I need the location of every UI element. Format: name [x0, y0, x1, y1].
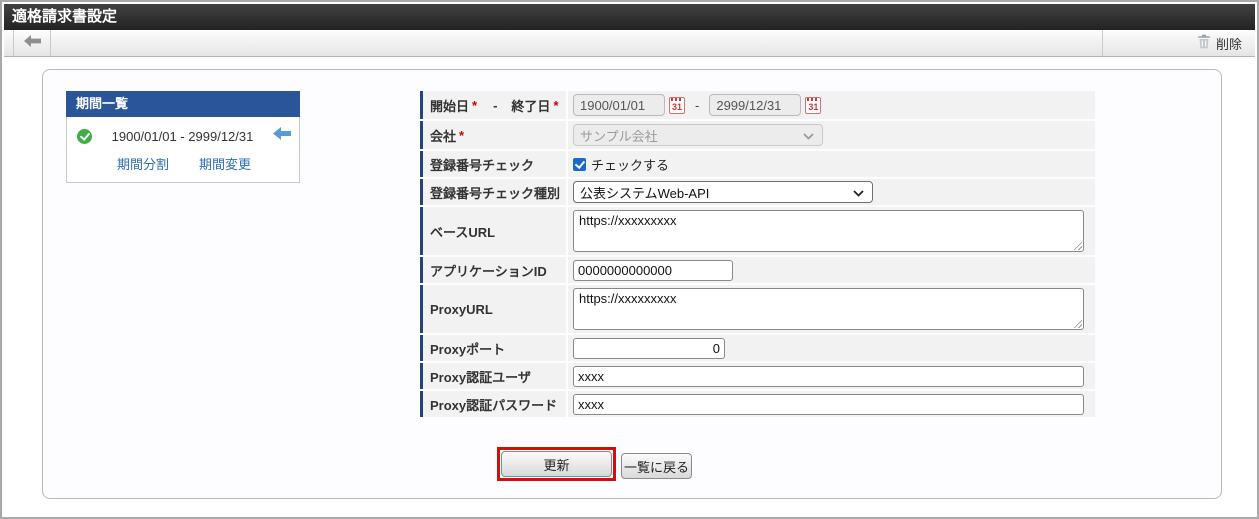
- date-label-separator: -: [493, 97, 498, 113]
- period-start: 1900/01/01: [111, 128, 177, 144]
- proxy-user-field: [568, 363, 1095, 389]
- reg-check-type-label: 登録番号チェック種別: [420, 179, 566, 205]
- form-row-proxy-port: Proxyポート: [420, 335, 1095, 361]
- toolbar-right-group: 削除: [1102, 30, 1255, 56]
- required-mark: *: [553, 97, 559, 113]
- calendar-day-text: 31: [671, 101, 682, 112]
- required-mark: *: [472, 97, 478, 113]
- reg-check-checkbox-label[interactable]: チェックする: [591, 155, 669, 174]
- content-container: 期間一覧 1900/01/01 - 2999/12/31 期間分割 期間変更 開…: [42, 69, 1222, 499]
- proxy-url-textarea[interactable]: https://xxxxxxxxx: [573, 288, 1084, 330]
- app-id-field: [568, 257, 1095, 283]
- company-select: サンプル会社: [573, 124, 823, 146]
- chevron-down-icon: [853, 185, 864, 200]
- period-split-link[interactable]: 期間分割: [117, 154, 169, 173]
- base-url-field: https://xxxxxxxxx: [568, 207, 1095, 255]
- end-date-calendar-icon[interactable]: 31: [805, 96, 822, 114]
- date-range-separator: -: [695, 97, 700, 113]
- update-button-highlight: 更新: [497, 447, 616, 481]
- form-row-proxy-url: ProxyURL https://xxxxxxxxx: [420, 285, 1095, 333]
- page: 適格請求書設定 削除 期間一覧 1900/01/01 - 2999/12/31 …: [0, 0, 1259, 519]
- base-url-label: ベースURL: [420, 207, 566, 255]
- back-button[interactable]: [13, 30, 51, 56]
- select-period-arrow-icon[interactable]: [273, 127, 291, 145]
- reg-check-type-select-value: 公表システムWeb-API: [580, 185, 710, 201]
- end-date-label: 終了日: [511, 98, 551, 114]
- form-row-proxy-user: Proxy認証ユーザ: [420, 363, 1095, 389]
- company-field: サンプル会社: [568, 121, 1095, 149]
- form-row-dates: 開始日 * - 終了日 * 1900/01/01 31 - 2999/12/31 31: [420, 91, 1095, 119]
- form-row-proxy-password: Proxy認証パスワード: [420, 391, 1095, 417]
- start-date-label: 開始日: [430, 98, 470, 114]
- proxy-url-field: https://xxxxxxxxx: [568, 285, 1095, 333]
- proxy-url-label: ProxyURL: [420, 285, 566, 333]
- proxy-port-input[interactable]: [573, 337, 725, 359]
- company-label-text: 会社: [430, 128, 457, 144]
- app-id-label: アプリケーションID: [420, 257, 566, 283]
- period-list-item: 1900/01/01 - 2999/12/31: [77, 127, 291, 145]
- form-row-company: 会社 * サンプル会社: [420, 121, 1095, 149]
- base-url-textarea[interactable]: https://xxxxxxxxx: [573, 210, 1084, 252]
- reg-check-field: チェックする: [568, 151, 1095, 177]
- period-end: 2999/12/31: [188, 128, 254, 144]
- proxy-user-input[interactable]: [573, 365, 1084, 387]
- dates-field: 1900/01/01 31 - 2999/12/31 31: [568, 91, 1095, 119]
- trash-icon: [1197, 34, 1211, 52]
- reg-check-checkbox[interactable]: [573, 157, 586, 171]
- start-date-calendar-icon[interactable]: 31: [669, 96, 685, 114]
- form-row-reg-check: 登録番号チェック チェックする: [420, 151, 1095, 177]
- required-mark: *: [459, 127, 465, 143]
- invoice-settings-form: 開始日 * - 終了日 * 1900/01/01 31 - 2999/12/31 31 …: [420, 91, 1095, 419]
- form-row-base-url: ベースURL https://xxxxxxxxx: [420, 207, 1095, 255]
- period-list-title: 期間一覧: [66, 91, 300, 117]
- form-row-reg-check-type: 登録番号チェック種別 公表システムWeb-API: [420, 179, 1095, 205]
- app-id-input[interactable]: [573, 259, 733, 281]
- period-range: 1900/01/01 - 2999/12/31: [92, 129, 273, 144]
- start-date-input: 1900/01/01: [573, 94, 665, 116]
- reg-check-label: 登録番号チェック: [420, 151, 566, 177]
- form-row-app-id: アプリケーションID: [420, 257, 1095, 283]
- delete-button-label: 削除: [1215, 36, 1242, 52]
- toolbar: 削除: [4, 30, 1255, 57]
- chevron-down-icon: [803, 128, 814, 143]
- proxy-password-label: Proxy認証パスワード: [420, 391, 566, 417]
- page-title: 適格請求書設定: [4, 4, 1255, 30]
- proxy-password-input[interactable]: [573, 393, 1084, 415]
- back-arrow-icon: [23, 34, 41, 52]
- period-list-panel: 期間一覧 1900/01/01 - 2999/12/31 期間分割 期間変更: [66, 91, 300, 183]
- end-date-input: 2999/12/31: [709, 94, 802, 116]
- reg-check-type-select[interactable]: 公表システムWeb-API: [573, 181, 873, 203]
- proxy-user-label: Proxy認証ユーザ: [420, 363, 566, 389]
- proxy-port-field: [568, 335, 1095, 361]
- period-change-link[interactable]: 期間変更: [199, 154, 251, 173]
- update-button[interactable]: 更新: [501, 451, 612, 477]
- period-list-body: 1900/01/01 - 2999/12/31 期間分割 期間変更: [66, 117, 300, 183]
- check-circle-icon: [77, 128, 92, 144]
- calendar-day-text: 31: [808, 101, 819, 112]
- proxy-password-field: [568, 391, 1095, 417]
- company-select-value: サンプル会社: [580, 128, 658, 144]
- delete-button[interactable]: 削除: [1197, 34, 1242, 53]
- proxy-port-label: Proxyポート: [420, 335, 566, 361]
- company-label: 会社 *: [420, 121, 566, 149]
- period-separator: -: [180, 128, 185, 144]
- period-links: 期間分割 期間変更: [77, 154, 291, 173]
- reg-check-type-field: 公表システムWeb-API: [568, 179, 1095, 205]
- back-to-list-button[interactable]: 一覧に戻る: [621, 453, 692, 479]
- dates-label: 開始日 * - 終了日 *: [420, 91, 566, 119]
